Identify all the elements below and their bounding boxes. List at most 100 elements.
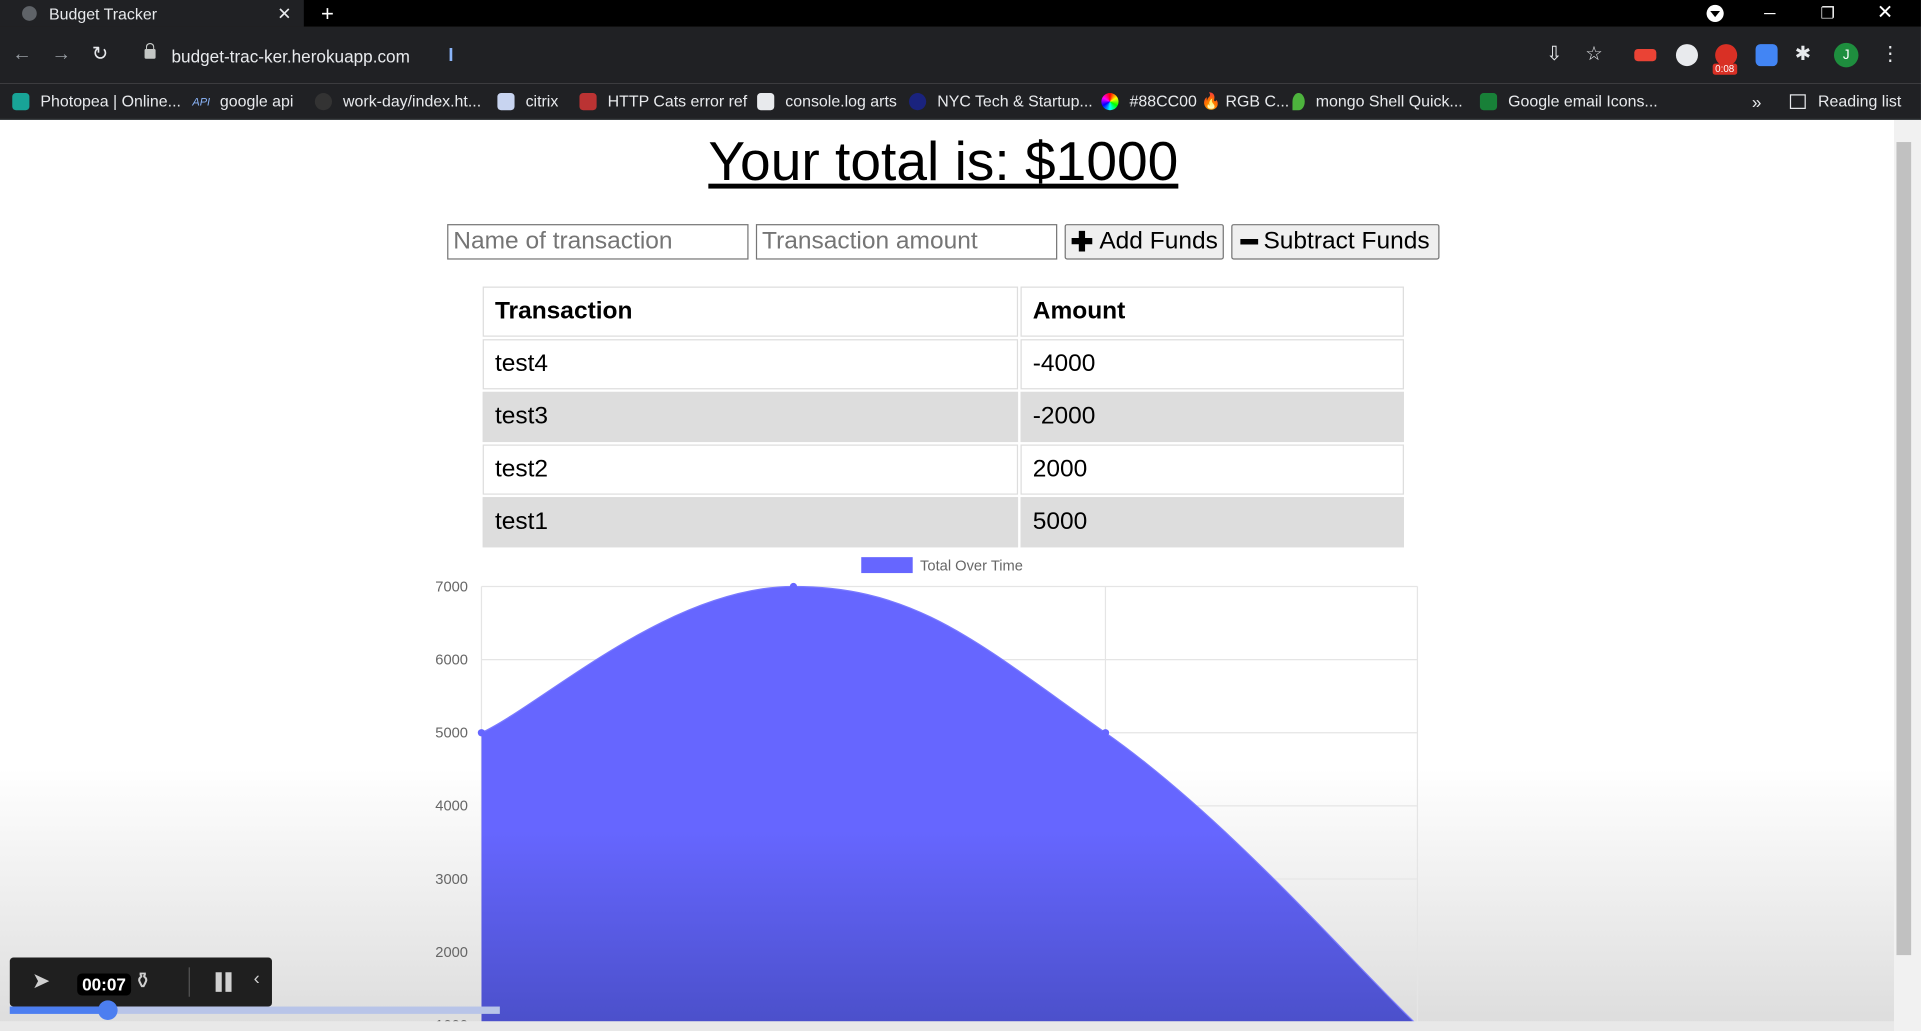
header-amount: Amount [1020,286,1404,337]
extensions-puzzle-icon[interactable]: ✱ [1795,43,1811,67]
bookmark-item[interactable]: HTTP Cats error ref [579,88,747,115]
bookmark-item[interactable]: console.log arts [757,88,897,115]
tab-favicon-icon [22,6,37,21]
pause-icon[interactable] [214,972,234,992]
text-cursor-icon: I [448,45,454,67]
total-heading: Your total is: $1000 [708,129,1179,193]
cell-transaction-name: test1 [482,497,1019,548]
bookmark-item[interactable]: #88CC00 🔥 RGB C... [1101,88,1289,115]
subtract-funds-label: Subtract Funds [1263,227,1430,255]
collapse-chevron-icon[interactable]: ‹ [254,969,260,990]
photopea-icon [12,93,30,111]
brush-icon[interactable]: ⚱ [134,969,152,995]
reading-list-button[interactable]: Reading list [1789,88,1901,115]
cell-amount: 2000 [1020,444,1404,495]
y-tick-label: 2000 [435,945,468,961]
extension-badge: 0:08 [1712,63,1737,75]
bookmark-item[interactable]: mongo Shell Quick... [1292,88,1463,115]
reload-icon[interactable]: ↻ [92,43,108,67]
data-point [1101,729,1110,737]
pointer-icon[interactable]: ➤ [32,969,50,995]
minimize-icon[interactable]: ─ [1764,0,1775,27]
table-row: test1 5000 [482,497,1404,548]
tab-title: Budget Tracker [49,4,158,23]
page-content: Your total is: $1000 ✚ Add Funds ━ Subtr… [0,120,1895,1031]
minus-icon: ━ [1241,225,1258,257]
y-tick-label: 6000 [435,653,468,669]
tab-budget-tracker[interactable]: Budget Tracker ✕ [0,0,304,27]
reading-list-icon [1789,94,1806,109]
github-icon [314,93,333,111]
transaction-amount-input[interactable] [755,224,1058,260]
recorder-divider [188,967,190,997]
lock-icon[interactable] [144,42,156,59]
tab-search-icon[interactable] [1706,4,1724,23]
header-transaction: Transaction [482,286,1019,337]
bookmark-item[interactable]: Photopea | Online... [12,88,181,115]
bookmark-item[interactable]: NYC Tech & Startup... [909,88,1093,115]
browser-toolbar: ← → ↻ budget-trac-ker.herokuapp.com I ⇩ … [0,26,1921,84]
series-area-total-over-time [481,586,1418,1031]
install-app-icon[interactable]: ⇩ [1546,43,1562,67]
menu-kebab-icon[interactable]: ⋮ [1881,43,1901,67]
new-tab-icon[interactable]: + [321,0,343,27]
bookmark-item[interactable]: API google api [192,88,293,115]
address-bar[interactable]: budget-trac-ker.herokuapp.com I [132,39,1627,73]
table-row: test2 2000 [482,444,1404,495]
bookmark-item[interactable]: Google email Icons... [1479,88,1658,115]
bookmark-item[interactable]: work-day/index.ht... [314,88,481,115]
rgb-color-icon [1101,93,1119,111]
profile-avatar[interactable]: J [1833,42,1859,68]
cell-transaction-name: test2 [482,444,1019,495]
close-tab-icon[interactable]: ✕ [277,3,291,24]
citrix-icon [497,93,515,111]
subtract-funds-button[interactable]: ━ Subtract Funds [1231,224,1440,260]
data-point [477,729,486,737]
plus-icon: ✚ [1070,225,1094,257]
forward-icon[interactable]: → [51,43,71,67]
extension-video-icon[interactable] [1634,48,1657,62]
vertical-scrollbar-thumb[interactable] [1896,142,1912,956]
add-funds-label: Add Funds [1099,227,1218,255]
horizontal-scrollbar[interactable] [0,1021,1895,1031]
restore-icon[interactable]: ❐ [1820,0,1834,27]
nyc-tech-icon [909,93,927,111]
y-tick-label: 5000 [435,726,468,742]
console-log-icon [757,93,775,111]
bookmark-item[interactable]: citrix [497,88,558,115]
cell-transaction-name: test3 [482,391,1019,443]
transactions-table: Transaction Amount test4 -4000 test3 -20… [480,284,1406,550]
add-funds-button[interactable]: ✚ Add Funds [1064,224,1224,260]
google-sheets-icon [1479,93,1498,111]
http-cats-icon [579,93,597,111]
screen-recorder-controls: ➤ 00:07 ⚱ ‹ [9,957,272,1007]
url-text: budget-trac-ker.herokuapp.com [171,46,410,67]
legend-swatch [861,557,913,574]
data-point [789,582,798,591]
transaction-name-input[interactable] [447,224,749,260]
cell-amount: -2000 [1020,391,1404,443]
tab-strip: Budget Tracker ✕ + ─ ❐ ✕ [0,0,1921,27]
api-icon: API [192,95,211,108]
cell-transaction-name: test4 [482,339,1019,390]
recording-time: 00:07 [77,973,131,996]
bookmark-star-icon[interactable]: ☆ [1585,43,1603,67]
recorder-progress-fill [9,1006,108,1014]
close-window-icon[interactable]: ✕ [1877,0,1893,27]
table-header-row: Transaction Amount [482,286,1404,337]
more-bookmarks-icon[interactable]: » [1752,88,1762,115]
y-tick-label: 3000 [435,872,468,888]
cell-amount: 5000 [1020,497,1404,548]
screen: Budget Tracker ✕ + ─ ❐ ✕ ← → ↻ budget-tr… [0,0,1921,1031]
total-over-time-chart: 1000200030004000500060007000Total Over T… [435,557,1422,1031]
table-row: test3 -2000 [482,391,1404,443]
table-row: test4 -4000 [482,339,1404,390]
y-tick-label: 4000 [435,799,468,815]
bookmarks-bar: Photopea | Online... API google api work-… [0,83,1921,121]
extension-globe-icon[interactable] [1675,44,1698,67]
extension-translate-icon[interactable] [1755,44,1778,67]
recorder-progress-knob[interactable] [98,1000,118,1021]
cell-amount: -4000 [1020,339,1404,390]
legend-label: Total Over Time [920,559,1023,575]
back-icon[interactable]: ← [12,43,32,67]
